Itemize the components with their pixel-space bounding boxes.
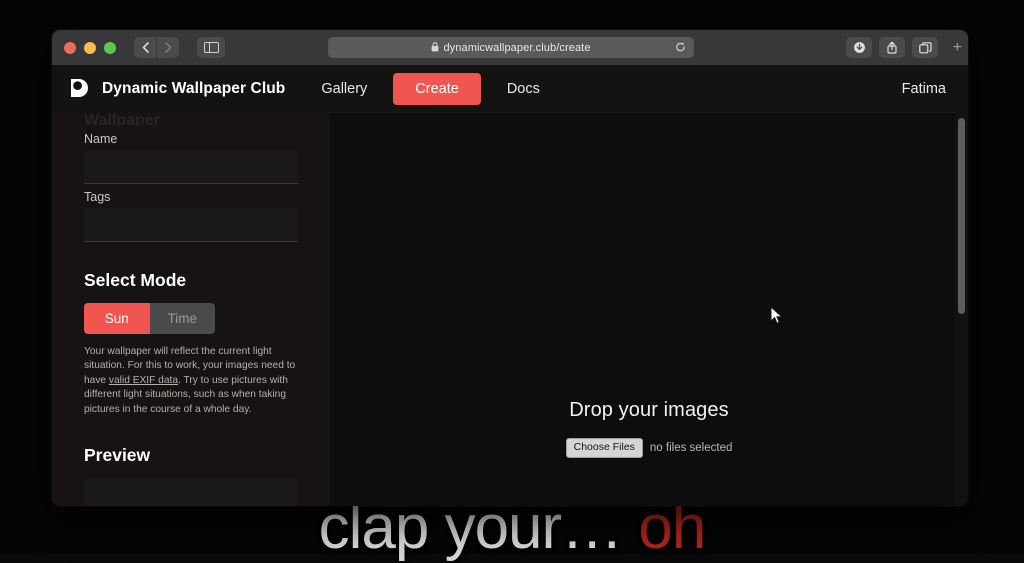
mode-button-time[interactable]: Time xyxy=(150,303,216,334)
downloads-icon xyxy=(853,41,866,54)
close-window-button[interactable] xyxy=(64,42,76,54)
clipped-form-heading: Wallpaper xyxy=(68,112,314,126)
tabs-icon xyxy=(919,42,932,54)
nav-link-create[interactable]: Create xyxy=(393,73,481,105)
chevron-left-icon xyxy=(142,42,149,53)
nav-link-docs[interactable]: Docs xyxy=(493,74,554,104)
address-bar-url: dynamicwallpaper.club/create xyxy=(443,42,590,54)
page-content: Wallpaper Name Tags Select Mode Sun Time xyxy=(52,112,968,506)
mode-description: Your wallpaper will reflect the current … xyxy=(84,345,298,417)
reload-button[interactable] xyxy=(675,41,686,54)
lock-icon xyxy=(431,42,439,54)
desktop-background: clap your… oh xyxy=(0,0,1024,554)
image-dropzone[interactable]: Drop your images Choose Files no files s… xyxy=(330,112,968,506)
share-icon xyxy=(886,41,898,54)
address-bar[interactable]: dynamicwallpaper.club/create xyxy=(328,37,694,58)
new-tab-button[interactable]: + xyxy=(953,40,962,56)
web-page: Dynamic Wallpaper Club Gallery Create Do… xyxy=(52,65,968,506)
browser-titlebar: dynamicwallpaper.club/create + xyxy=(52,30,968,65)
tags-input[interactable] xyxy=(84,208,298,242)
page-scrollbar-track[interactable] xyxy=(955,112,968,506)
share-button[interactable] xyxy=(879,37,905,58)
zoom-window-button[interactable] xyxy=(104,42,116,54)
browser-window: dynamicwallpaper.club/create + xyxy=(52,30,968,506)
downloads-button[interactable] xyxy=(846,37,872,58)
brand-logo-icon[interactable] xyxy=(68,77,92,101)
select-mode-heading: Select Mode xyxy=(84,270,314,291)
reload-icon xyxy=(675,41,686,52)
site-navbar: Dynamic Wallpaper Club Gallery Create Do… xyxy=(52,65,968,112)
tags-field-group: Tags xyxy=(68,190,314,242)
tags-label: Tags xyxy=(84,190,314,204)
forward-button[interactable] xyxy=(157,37,179,58)
show-tabs-button[interactable] xyxy=(912,37,938,58)
choose-files-button[interactable]: Choose Files xyxy=(566,438,643,458)
chevron-right-icon xyxy=(165,42,172,53)
name-field-group: Name xyxy=(68,132,314,184)
sidebar-icon xyxy=(204,42,219,53)
navigation-buttons xyxy=(134,37,179,58)
minimize-window-button[interactable] xyxy=(84,42,96,54)
dropzone-title: Drop your images xyxy=(569,399,728,422)
page-scrollbar-thumb[interactable] xyxy=(958,118,965,314)
mode-button-sun[interactable]: Sun xyxy=(84,303,150,334)
name-input[interactable] xyxy=(84,150,298,184)
preview-heading: Preview xyxy=(84,445,314,466)
mode-toggle-group: Sun Time xyxy=(84,303,215,334)
brand-name[interactable]: Dynamic Wallpaper Club xyxy=(102,80,285,98)
exif-data-link[interactable]: valid EXIF data xyxy=(109,375,178,386)
name-label: Name xyxy=(84,132,314,146)
nav-link-gallery[interactable]: Gallery xyxy=(307,74,381,104)
sidebar-toggle-button[interactable] xyxy=(197,37,225,58)
nav-user-name[interactable]: Fatima xyxy=(902,81,946,97)
browser-toolbar-buttons xyxy=(846,37,938,58)
preview-box xyxy=(84,478,298,506)
back-button[interactable] xyxy=(134,37,156,58)
window-controls xyxy=(60,42,116,54)
wallpaper-form-panel: Wallpaper Name Tags Select Mode Sun Time xyxy=(52,112,330,506)
file-input-row: Choose Files no files selected xyxy=(566,438,733,458)
file-selection-status: no files selected xyxy=(650,442,732,454)
